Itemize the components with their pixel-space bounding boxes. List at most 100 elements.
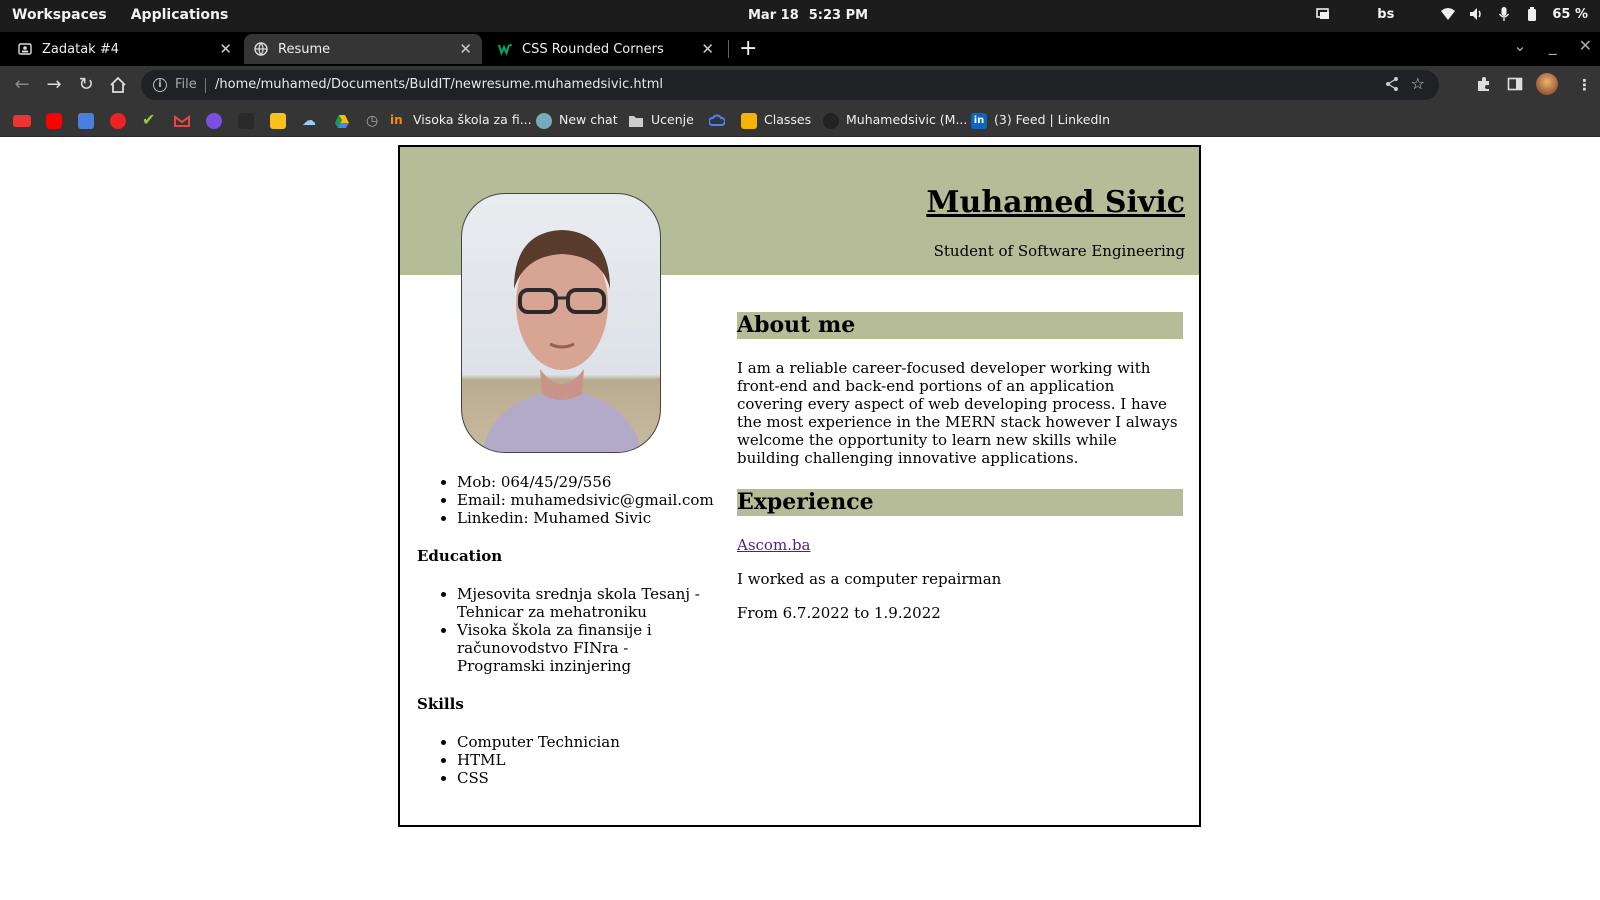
skill-item: Computer Technician	[457, 733, 717, 751]
skill-item: HTML	[457, 751, 717, 769]
bookmark-github[interactable]: Muhamedsivic (M...	[846, 112, 967, 127]
experience-role: I worked as a computer repairman	[737, 570, 1002, 588]
contact-list: Mob: 064/45/29/556 Email: muhamedsivic@g…	[457, 473, 717, 527]
bookmark-icon[interactable]	[238, 113, 254, 129]
skills-heading: Skills	[417, 695, 464, 713]
tab-separator	[728, 40, 729, 58]
google-translate-icon[interactable]	[78, 113, 94, 129]
skills-list: Computer Technician HTML CSS	[457, 733, 717, 787]
minimize-icon[interactable]: _	[1549, 36, 1557, 55]
site-info-icon[interactable]: i	[153, 78, 167, 92]
system-top-bar: Workspaces Applications Mar 18 5:23 PM b…	[0, 0, 1600, 32]
bookmark-star-icon[interactable]: ☆	[1411, 74, 1425, 93]
w3schools-icon	[498, 42, 512, 56]
window-controls: ⌄ _ ✕	[1513, 36, 1592, 55]
tab-zadatak[interactable]: Zadatak #4 ✕	[8, 34, 242, 64]
battery-percentage: 65 %	[1552, 6, 1588, 22]
education-item: Mjesovita srednja skola Tesanj - Tehnica…	[457, 585, 717, 621]
contact-email: Email: muhamedsivic@gmail.com	[457, 491, 717, 509]
battery-icon[interactable]	[1524, 6, 1540, 22]
google-classroom-icon[interactable]	[741, 113, 757, 129]
applications-button[interactable]: Applications	[131, 7, 229, 23]
globe-icon	[254, 42, 268, 57]
microphone-icon[interactable]	[1496, 6, 1512, 22]
close-icon[interactable]: ✕	[459, 40, 472, 58]
google-keep-icon[interactable]	[270, 113, 286, 129]
about-text: I am a reliable career-focused developer…	[737, 359, 1178, 467]
skill-item: CSS	[457, 769, 717, 787]
profile-avatar[interactable]	[1536, 73, 1558, 95]
volume-icon[interactable]	[1468, 6, 1484, 22]
url-scheme-label: File	[175, 77, 197, 92]
menu-dots-icon[interactable]: ⋮	[1577, 76, 1592, 94]
finra-icon[interactable]: in	[390, 113, 406, 129]
left-column: Mob: 064/45/29/556 Email: muhamedsivic@g…	[417, 473, 717, 787]
keyboard-layout-indicator[interactable]: bs	[1377, 7, 1394, 22]
timer-icon[interactable]: ◷	[366, 113, 382, 129]
bookmark-new-chat[interactable]: New chat	[559, 112, 618, 127]
experience-company-link[interactable]: Ascom.ba	[737, 536, 811, 554]
cloud-icon[interactable]: ☁	[302, 113, 318, 129]
clock-date: Mar 18	[748, 8, 799, 23]
tab-resume[interactable]: Resume ✕	[244, 34, 482, 64]
clock[interactable]: Mar 18 5:23 PM	[748, 8, 868, 23]
education-heading: Education	[417, 547, 503, 565]
tab-css-rounded-corners[interactable]: CSS Rounded Corners ✕	[488, 34, 724, 64]
tab-title: CSS Rounded Corners	[522, 41, 664, 57]
share-icon[interactable]	[1385, 76, 1399, 96]
olx-icon[interactable]	[13, 115, 31, 127]
canva-icon[interactable]	[206, 113, 222, 129]
clock-time: 5:23 PM	[808, 8, 869, 23]
folder-icon[interactable]	[628, 113, 644, 129]
gmail-icon[interactable]	[174, 113, 190, 129]
close-window-icon[interactable]: ✕	[1579, 36, 1592, 55]
bookmarks-bar: ✔ ☁ ◷ in Visoka škola za fi... New chat …	[0, 104, 1600, 137]
experience-dates: From 6.7.2022 to 1.9.2022	[737, 604, 941, 622]
bookmark-folder-ucenje[interactable]: Ucenje	[651, 112, 694, 127]
wifi-icon[interactable]	[1440, 6, 1456, 22]
forward-icon[interactable]: →	[43, 74, 65, 96]
resume-card: Muhamed Sivic Student of Software Engine…	[398, 145, 1201, 827]
side-panel-icon[interactable]	[1507, 76, 1523, 96]
chatgpt-icon[interactable]	[536, 113, 552, 129]
tab-search-icon[interactable]: ⌄	[1513, 36, 1526, 55]
youtube-icon[interactable]	[46, 113, 62, 129]
workspaces-button[interactable]: Workspaces	[12, 7, 107, 23]
tab-title: Zadatak #4	[42, 41, 119, 57]
address-bar[interactable]: i File /home/muhamed/Documents/BuldIT/ne…	[141, 70, 1439, 100]
browser-toolbar: ← → ↻ i File /home/muhamed/Documents/Bul…	[0, 66, 1600, 104]
bookmark-classes[interactable]: Classes	[764, 112, 811, 127]
checkmark-icon[interactable]: ✔	[142, 112, 158, 129]
close-icon[interactable]: ✕	[219, 40, 232, 58]
linkedin-icon[interactable]: in	[971, 113, 987, 129]
url-text[interactable]: /home/muhamed/Documents/BuldIT/newresume…	[215, 77, 663, 92]
experience-heading: Experience	[737, 489, 1183, 516]
url-separator	[205, 78, 206, 93]
profile-photo	[461, 193, 661, 453]
page-viewport: Muhamed Sivic Student of Software Engine…	[0, 137, 1600, 900]
resume-subtitle: Student of Software Engineering	[933, 242, 1185, 260]
education-list: Mjesovita srednja skola Tesanj - Tehnica…	[457, 585, 717, 675]
github-icon[interactable]	[823, 113, 839, 129]
reload-icon[interactable]: ↻	[75, 74, 97, 96]
new-tab-button[interactable]: +	[739, 36, 757, 61]
classroom-icon	[18, 42, 32, 56]
extensions-icon[interactable]	[1476, 76, 1492, 96]
resume-name: Muhamed Sivic	[926, 185, 1185, 220]
contact-linkedin: Linkedin: Muhamed Sivic	[457, 509, 717, 527]
youtube-music-icon[interactable]	[110, 113, 126, 129]
google-drive-icon[interactable]	[334, 113, 350, 129]
tab-strip: Zadatak #4 ✕ Resume ✕ CSS Rounded Corner…	[0, 32, 1600, 66]
right-column: About me I am a reliable career-focused …	[737, 312, 1183, 638]
close-icon[interactable]: ✕	[701, 40, 714, 58]
google-cloud-icon[interactable]	[708, 113, 726, 129]
contact-phone: Mob: 064/45/29/556	[457, 473, 717, 491]
bookmark-visoka-skola[interactable]: Visoka škola za fi...	[413, 112, 532, 127]
about-heading: About me	[737, 312, 1183, 339]
home-icon[interactable]	[107, 74, 129, 96]
back-icon[interactable]: ←	[11, 74, 33, 96]
tab-title: Resume	[278, 41, 331, 57]
screen-share-icon[interactable]	[1315, 6, 1331, 22]
bookmark-linkedin[interactable]: (3) Feed | LinkedIn	[994, 112, 1110, 127]
education-item: Visoka škola za finansije i računovodstv…	[457, 621, 717, 675]
